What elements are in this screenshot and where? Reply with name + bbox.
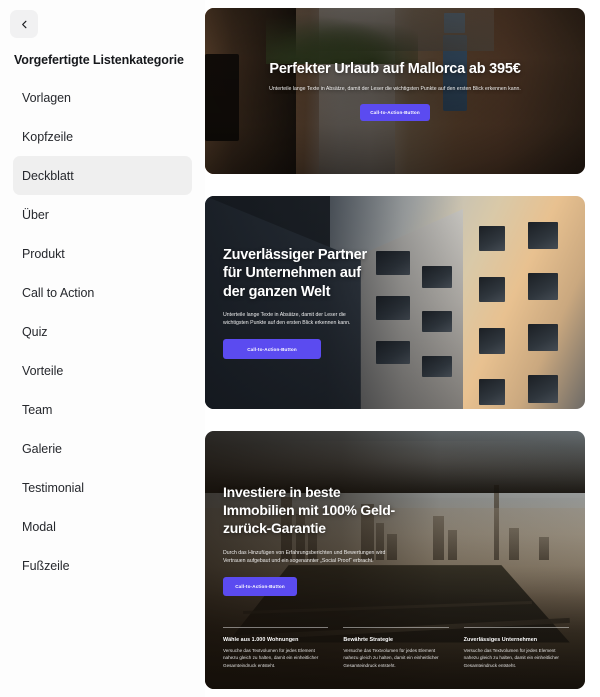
sidebar-item-label: Team bbox=[22, 402, 53, 417]
sidebar-item-label: Über bbox=[22, 207, 49, 222]
feature-heading: Zuverlässiges Unternehmen bbox=[463, 636, 538, 643]
feature-column: Bewährte Strategie Versuche das Textvolu… bbox=[343, 626, 449, 669]
sidebar-item-label: Modal bbox=[22, 519, 56, 534]
template-card-partner[interactable]: Zuverlässiger Partner für Unternehmen au… bbox=[205, 196, 585, 409]
feature-column: Wähle aus 1.000 Wohnungen Versuche das T… bbox=[223, 626, 329, 669]
sidebar-item-label: Fußzeile bbox=[22, 558, 70, 573]
sidebar-item-quiz[interactable]: Quiz bbox=[13, 312, 192, 351]
feature-text: Versuche das Textvolumen für jedes Eleme… bbox=[223, 647, 319, 668]
sidebar-item-label: Testimonial bbox=[22, 480, 84, 495]
sidebar-item-label: Vorlagen bbox=[22, 90, 71, 105]
template-preview-list: Perfekter Urlaub auf Mallorca ab 395€ Un… bbox=[205, 0, 600, 697]
category-sidebar: Vorgefertigte Listenkategorie Vorlagen K… bbox=[0, 0, 205, 697]
chevron-left-icon bbox=[19, 19, 30, 30]
card-title: Perfekter Urlaub auf Mallorca ab 395€ bbox=[269, 60, 521, 77]
feature-column: Zuverlässiges Unternehmen Versuche das T… bbox=[463, 626, 569, 669]
category-list: Vorlagen Kopfzeile Deckblatt Über Produk… bbox=[0, 78, 205, 585]
card-subtitle: Unterteile lange Texte in Absätze, damit… bbox=[269, 85, 521, 92]
sidebar-item-ueber[interactable]: Über bbox=[13, 195, 192, 234]
cta-button[interactable]: Call-to-Action-Button bbox=[223, 339, 321, 360]
sidebar-item-testimonial[interactable]: Testimonial bbox=[13, 468, 192, 507]
feature-heading: Wähle aus 1.000 Wohnungen bbox=[223, 636, 299, 643]
template-card-mallorca[interactable]: Perfekter Urlaub auf Mallorca ab 395€ Un… bbox=[205, 8, 585, 174]
cta-button[interactable]: Call-to-Action-Button bbox=[360, 104, 430, 122]
sidebar-item-label: Produkt bbox=[22, 246, 65, 261]
sidebar-item-label: Quiz bbox=[22, 324, 48, 339]
sidebar-item-label: Kopfzeile bbox=[22, 129, 73, 144]
sidebar-item-kopfzeile[interactable]: Kopfzeile bbox=[13, 117, 192, 156]
sidebar-item-team[interactable]: Team bbox=[13, 390, 192, 429]
sidebar-item-fusszeile[interactable]: Fußzeile bbox=[13, 546, 192, 585]
sidebar-title: Vorgefertigte Listenkategorie bbox=[14, 53, 184, 67]
template-card-immobilien[interactable]: Investiere in beste Immobilien mit 100% … bbox=[205, 431, 585, 689]
sidebar-item-label: Galerie bbox=[22, 441, 62, 456]
cta-button[interactable]: Call-to-Action-Button bbox=[223, 577, 297, 597]
sidebar-item-label: Vorteile bbox=[22, 363, 64, 378]
sidebar-item-deckblatt[interactable]: Deckblatt bbox=[13, 156, 192, 195]
sidebar-item-produkt[interactable]: Produkt bbox=[13, 234, 192, 273]
sidebar-item-vorlagen[interactable]: Vorlagen bbox=[13, 78, 192, 117]
sidebar-item-label: Deckblatt bbox=[22, 168, 74, 183]
sidebar-item-galerie[interactable]: Galerie bbox=[13, 429, 192, 468]
feature-heading: Bewährte Strategie bbox=[343, 636, 394, 643]
sidebar-item-vorteile[interactable]: Vorteile bbox=[13, 351, 192, 390]
back-button[interactable] bbox=[10, 10, 38, 38]
feature-columns: Wähle aus 1.000 Wohnungen Versuche das T… bbox=[223, 626, 569, 669]
card-subtitle: Unterteile lange Texte in Absätze, damit… bbox=[223, 312, 351, 327]
feature-text: Versuche das Textvolumen für jedes Eleme… bbox=[463, 647, 559, 668]
sidebar-item-modal[interactable]: Modal bbox=[13, 507, 192, 546]
sidebar-item-call-to-action[interactable]: Call to Action bbox=[13, 273, 192, 312]
card-subtitle: Durch das Hinzufügen von Erfahrungsberic… bbox=[223, 549, 386, 564]
sidebar-item-label: Call to Action bbox=[22, 285, 95, 300]
feature-text: Versuche das Textvolumen für jedes Eleme… bbox=[343, 647, 439, 668]
card-title: Zuverlässiger Partner für Unternehmen au… bbox=[223, 246, 367, 300]
template-picker-screen: Vorgefertigte Listenkategorie Vorlagen K… bbox=[0, 0, 600, 697]
card-title: Investiere in beste Immobilien mit 100% … bbox=[223, 484, 395, 537]
